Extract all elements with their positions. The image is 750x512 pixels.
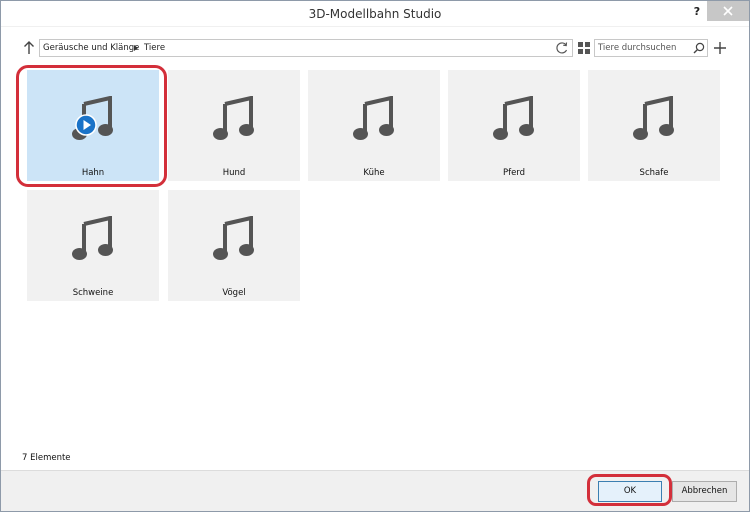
close-icon <box>723 6 733 16</box>
sound-item-pferd[interactable]: Pferd <box>448 70 580 181</box>
breadcrumb-separator-icon[interactable] <box>134 45 138 51</box>
sound-item-label: Pferd <box>502 168 526 178</box>
music-note-icon <box>353 96 394 140</box>
sound-item-schweine[interactable]: Schweine <box>27 190 159 301</box>
sound-item-label: Hund <box>222 168 246 178</box>
address-bar[interactable]: Geräusche und Klänge Tiere <box>39 39 573 57</box>
magnifier-icon[interactable] <box>693 42 705 54</box>
music-note-icon <box>213 96 254 140</box>
sound-item-label: Kühe <box>363 168 385 178</box>
dialog-window: 3D-Modellbahn Studio ? Geräusche und Klä… <box>0 0 750 512</box>
sound-item-label: Vögel <box>222 288 246 298</box>
refresh-icon[interactable] <box>555 41 569 55</box>
plus-icon[interactable] <box>712 39 728 57</box>
music-note-icon <box>72 216 113 260</box>
search-input[interactable]: Tiere durchsuchen <box>594 39 708 57</box>
sound-item-schafe[interactable]: Schafe <box>588 70 720 181</box>
window-title: 3D-Modellbahn Studio <box>308 7 442 21</box>
sound-item-label: Schafe <box>639 168 669 178</box>
sound-item-hund[interactable]: Hund <box>168 70 300 181</box>
navigation-bar: Geräusche und Klänge Tiere Tiere durchsu… <box>1 37 749 59</box>
breadcrumb-root[interactable]: Geräusche und Klänge <box>43 40 139 56</box>
sound-item-kuehe[interactable]: Kühe <box>308 70 440 181</box>
breadcrumb-current[interactable]: Tiere <box>144 40 165 56</box>
music-note-icon <box>213 216 254 260</box>
title-bar: 3D-Modellbahn Studio ? <box>1 1 749 27</box>
annotation-highlight-selected-item <box>16 65 167 187</box>
close-button[interactable] <box>707 1 749 21</box>
arrow-up-icon[interactable] <box>21 40 37 56</box>
search-placeholder: Tiere durchsuchen <box>598 43 677 53</box>
annotation-highlight-ok-button <box>587 474 672 506</box>
sound-item-voegel[interactable]: Vögel <box>168 190 300 301</box>
help-button[interactable]: ? <box>687 3 707 21</box>
sound-item-label: Schweine <box>72 288 114 298</box>
music-note-icon <box>493 96 534 140</box>
cancel-button[interactable]: Abbrechen <box>672 481 737 502</box>
item-count: 7 Elemente <box>22 453 71 463</box>
grid-view-icon[interactable] <box>578 42 590 54</box>
music-note-icon <box>633 96 674 140</box>
